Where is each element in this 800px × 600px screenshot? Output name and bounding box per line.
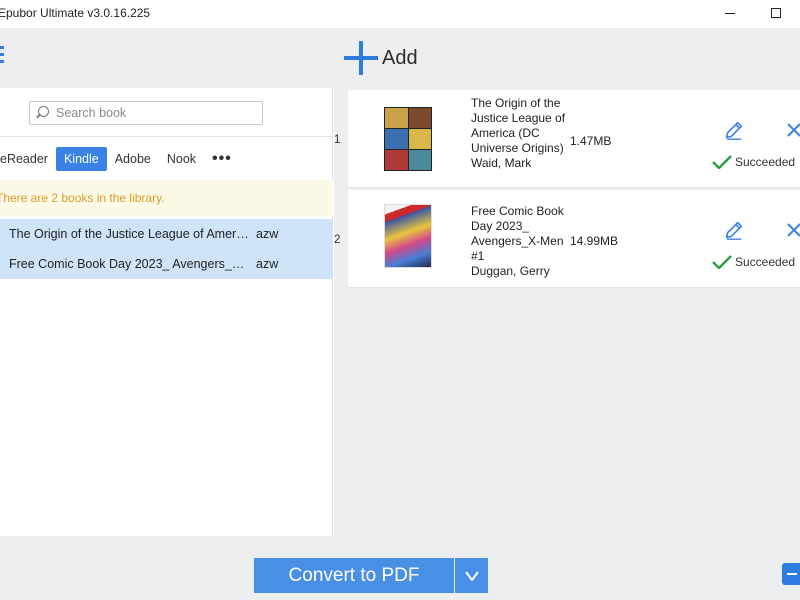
book-title: The Origin of the Justice League of Amer…: [471, 96, 566, 155]
tab-ereader[interactable]: eReader: [0, 147, 56, 171]
edit-icon[interactable]: [723, 119, 745, 141]
book-format: azw: [256, 227, 279, 241]
chevron-down-icon: [464, 570, 479, 581]
top-toolbar: Add: [0, 28, 800, 88]
conversion-item: Free Comic Book Day 2023_ Avengers_X-Men…: [348, 190, 800, 288]
book-list: The Origin of the Justice League of Amer…: [0, 219, 333, 279]
book-meta: Free Comic Book Day 2023_ Avengers_X-Men…: [471, 204, 571, 279]
item-index: 1: [334, 134, 341, 146]
library-info-text: There are 2 books in the library.: [0, 191, 165, 205]
status-text: Succeeded: [735, 255, 796, 269]
book-author: Duggan, Gerry: [471, 264, 550, 278]
library-panel: eReader Kindle Adobe Nook ••• There are …: [0, 88, 333, 536]
book-title: Free Comic Book Day 2023_ Avengers_X-Men…: [471, 204, 564, 263]
title-bar: Epubor Ultimate v3.0.16.225: [0, 0, 800, 28]
minimize-button[interactable]: [710, 2, 750, 24]
status-badge: Succeeded: [712, 255, 795, 269]
remove-icon[interactable]: [786, 222, 800, 238]
book-meta: The Origin of the Justice League of Amer…: [471, 96, 571, 171]
conversion-item: The Origin of the Justice League of Amer…: [348, 90, 800, 188]
remove-icon[interactable]: [786, 122, 800, 138]
tab-kindle[interactable]: Kindle: [55, 147, 107, 171]
plus-icon: [344, 41, 378, 75]
check-icon: [712, 255, 732, 269]
window-title: Epubor Ultimate v3.0.16.225: [0, 6, 151, 20]
tab-nook[interactable]: Nook: [159, 147, 204, 171]
search-input[interactable]: [56, 106, 256, 120]
book-cover: [384, 107, 432, 171]
divider: [0, 136, 333, 137]
more-icon[interactable]: •••: [212, 150, 232, 168]
list-item[interactable]: The Origin of the Justice League of Amer…: [0, 219, 333, 249]
conversion-panel: 1 2 The Origin of the Justice League of …: [334, 88, 800, 536]
file-size: 14.99MB: [570, 234, 619, 248]
menu-icon[interactable]: [0, 46, 6, 64]
book-title: The Origin of the Justice League of Amer…: [9, 227, 249, 241]
book-cover: [384, 204, 432, 268]
book-format: azw: [256, 257, 279, 271]
file-size: 1.47MB: [570, 134, 612, 148]
bottom-bar: Convert to PDF: [0, 536, 800, 600]
list-item[interactable]: Free Comic Book Day 2023_ Avengers_X-Men…: [0, 249, 333, 279]
add-button[interactable]: Add: [344, 38, 418, 78]
output-folder-icon[interactable]: [782, 563, 800, 585]
tab-adobe[interactable]: Adobe: [107, 147, 159, 171]
edit-icon[interactable]: [723, 219, 745, 241]
minimize-icon: [725, 12, 735, 14]
maximize-button[interactable]: [756, 2, 796, 24]
item-index: 2: [334, 234, 341, 246]
add-label: Add: [382, 46, 418, 69]
search-icon: [36, 106, 50, 120]
book-author: Waid, Mark: [471, 156, 532, 170]
source-tabs: eReader Kindle Adobe Nook •••: [0, 146, 232, 172]
convert-button[interactable]: Convert to PDF: [254, 558, 454, 593]
book-title: Free Comic Book Day 2023_ Avengers_X-Men…: [9, 257, 249, 271]
maximize-icon: [771, 8, 781, 18]
search-box[interactable]: [29, 101, 263, 125]
status-badge: Succeeded: [712, 155, 795, 169]
convert-control: Convert to PDF: [254, 558, 488, 593]
library-info-bar: There are 2 books in the library.: [0, 180, 333, 216]
convert-format-dropdown[interactable]: [455, 558, 488, 593]
check-icon: [712, 155, 732, 169]
status-text: Succeeded: [735, 155, 796, 169]
